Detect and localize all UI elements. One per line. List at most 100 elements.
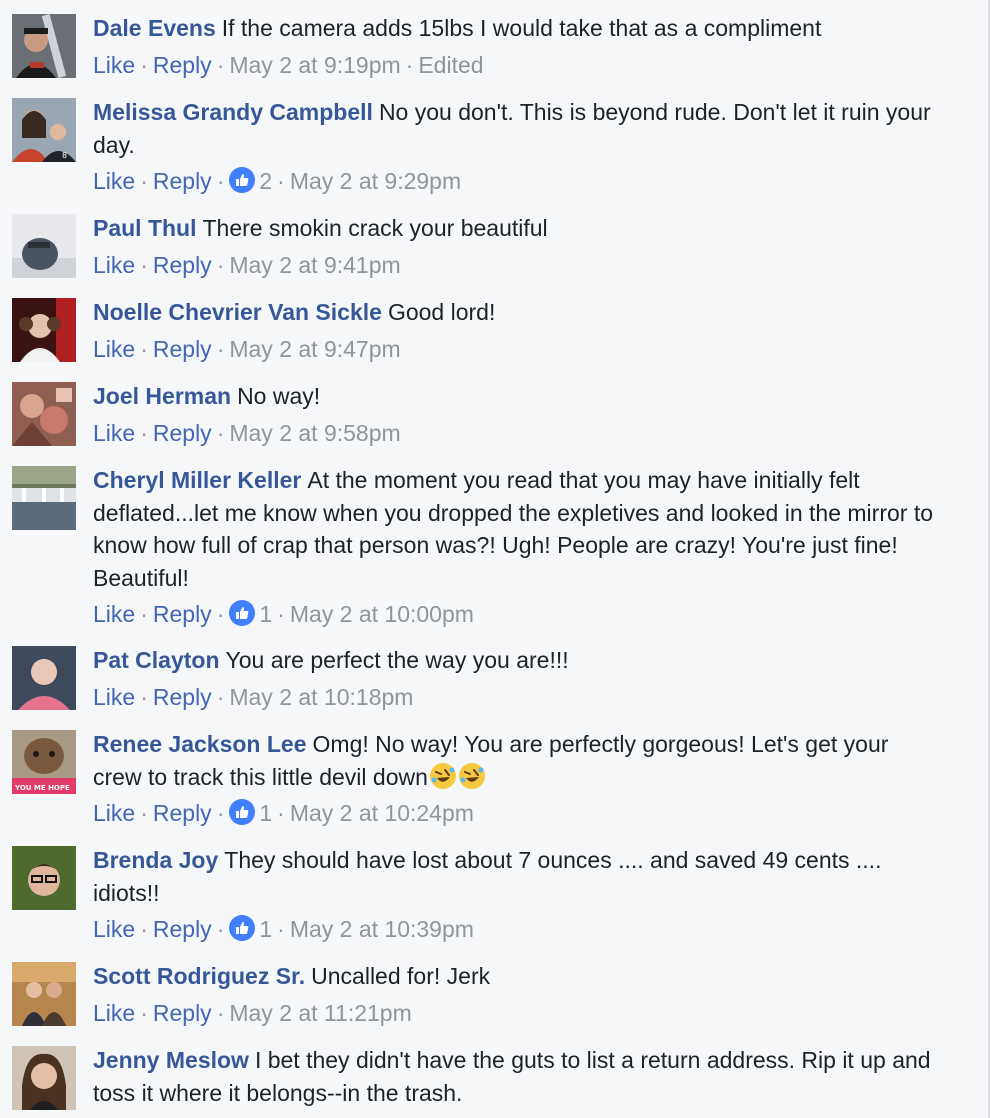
avatar-caption: YOU ME HOPE — [14, 784, 70, 792]
reply-link[interactable]: Reply — [153, 252, 212, 278]
separator: · — [140, 800, 148, 826]
comment-author[interactable]: Renee Jackson Lee — [93, 731, 307, 757]
like-badge-icon[interactable] — [229, 915, 256, 949]
comment-text: Uncalled for! Jerk — [311, 963, 491, 989]
comment-author[interactable]: Melissa Grandy Campbell — [93, 99, 373, 125]
avatar[interactable] — [12, 382, 76, 446]
like-link[interactable]: Like — [93, 800, 135, 826]
comment-text-line: Noelle Chevrier Van Sickle Good lord! — [93, 296, 943, 329]
avatar[interactable] — [12, 466, 76, 530]
avatar[interactable] — [12, 846, 76, 910]
comment-author[interactable]: Cheryl Miller Keller — [93, 467, 301, 493]
comment-timestamp[interactable]: May 2 at 9:47pm — [229, 336, 400, 362]
separator: · — [216, 800, 225, 826]
comment-text-line: Melissa Grandy Campbell No you don't. Thi… — [93, 96, 943, 161]
separator: · — [216, 251, 225, 278]
comment-timestamp[interactable]: May 2 at 9:41pm — [229, 252, 400, 278]
comment-text: You are perfect the way you are!!! — [225, 647, 569, 673]
comment-actions: Like · Reply · 1 · May 2 at 10:24pm — [93, 797, 943, 831]
comment-timestamp[interactable]: May 2 at 10:39pm — [290, 916, 474, 942]
like-link[interactable]: Like — [93, 1000, 135, 1026]
avatar[interactable] — [12, 214, 76, 278]
comment-body: Jenny Meslow I bet they didn't have the g… — [93, 1044, 943, 1109]
like-link[interactable]: Like — [93, 336, 135, 362]
separator: · — [277, 916, 285, 942]
avatar[interactable]: 8 — [12, 98, 76, 162]
rolling-on-floor-laughing-emoji-icon — [458, 762, 486, 790]
comment-text-line: Renee Jackson Lee Omg! No way! You are pe… — [93, 728, 943, 793]
reply-link[interactable]: Reply — [153, 52, 212, 78]
avatar[interactable] — [12, 14, 76, 78]
like-link[interactable]: Like — [93, 52, 135, 78]
comment-body: Noelle Chevrier Van Sickle Good lord! Lik… — [93, 296, 943, 367]
comment-actions: Like · Reply · May 2 at 9:19pm · Edited — [93, 49, 943, 83]
like-link[interactable]: Like — [93, 916, 135, 942]
like-count[interactable]: 1 — [259, 800, 272, 826]
comment-text-line: Scott Rodriguez Sr. Uncalled for! Jerk — [93, 960, 943, 993]
reply-link[interactable]: Reply — [153, 168, 212, 194]
reply-link[interactable]: Reply — [153, 916, 212, 942]
separator: · — [140, 419, 148, 446]
separator: · — [140, 683, 148, 710]
separator: · — [216, 335, 225, 362]
comment-timestamp[interactable]: May 2 at 9:19pm — [229, 52, 400, 78]
separator: · — [216, 51, 225, 78]
like-count[interactable]: 1 — [259, 601, 272, 627]
like-link[interactable]: Like — [93, 252, 135, 278]
reply-link[interactable]: Reply — [153, 800, 212, 826]
separator: · — [216, 916, 225, 942]
comment-timestamp[interactable]: May 2 at 9:58pm — [229, 420, 400, 446]
comment-timestamp[interactable]: May 2 at 10:18pm — [229, 684, 413, 710]
avatar[interactable] — [12, 962, 76, 1026]
separator: · — [216, 683, 225, 710]
avatar[interactable] — [12, 646, 76, 710]
reply-link[interactable]: Reply — [153, 684, 212, 710]
reply-link[interactable]: Reply — [153, 336, 212, 362]
separator: · — [140, 251, 148, 278]
comment-body: Cheryl Miller Keller At the moment you re… — [93, 464, 943, 632]
comment-author[interactable]: Paul Thul — [93, 215, 197, 241]
like-badge-icon[interactable] — [229, 600, 256, 634]
comment-author[interactable]: Noelle Chevrier Van Sickle — [93, 299, 382, 325]
like-count[interactable]: 1 — [259, 916, 272, 942]
reply-link[interactable]: Reply — [153, 1000, 212, 1026]
comment-timestamp[interactable]: May 2 at 10:00pm — [290, 601, 474, 627]
comment-author[interactable]: Joel Herman — [93, 383, 231, 409]
comment-timestamp[interactable]: May 2 at 9:29pm — [290, 168, 461, 194]
avatar[interactable] — [12, 298, 76, 362]
like-link[interactable]: Like — [93, 601, 135, 627]
comment-text: There smokin crack your beautiful — [202, 215, 548, 241]
avatar[interactable] — [12, 1046, 76, 1110]
reply-link[interactable]: Reply — [153, 601, 212, 627]
comment-author[interactable]: Pat Clayton — [93, 647, 220, 673]
separator: · — [277, 601, 285, 627]
separator: · — [216, 999, 225, 1026]
separator: · — [216, 601, 225, 627]
comment-actions: Like · Reply · May 2 at 9:41pm — [93, 249, 943, 283]
comment-text-line: Pat Clayton You are perfect the way you a… — [93, 644, 943, 677]
svg-text:8: 8 — [62, 151, 67, 160]
like-count[interactable]: 2 — [259, 168, 272, 194]
comment-author[interactable]: Brenda Joy — [93, 847, 218, 873]
like-link[interactable]: Like — [93, 420, 135, 446]
separator: · — [277, 168, 285, 194]
edited-label[interactable]: Edited — [418, 52, 483, 78]
comment-timestamp[interactable]: May 2 at 11:21pm — [229, 1000, 411, 1026]
like-badge-icon[interactable] — [229, 799, 256, 833]
comment-timestamp[interactable]: May 2 at 10:24pm — [290, 800, 474, 826]
like-badge-icon[interactable] — [229, 167, 256, 201]
separator: · — [140, 335, 148, 362]
comment-author[interactable]: Dale Evens — [93, 15, 216, 41]
like-link[interactable]: Like — [93, 684, 135, 710]
comment-text: No way! — [237, 383, 321, 409]
comment-body: Renee Jackson Lee Omg! No way! You are pe… — [93, 728, 943, 831]
comment-author[interactable]: Scott Rodriguez Sr. — [93, 963, 305, 989]
comment-text: Good lord! — [387, 299, 496, 325]
like-link[interactable]: Like — [93, 168, 135, 194]
avatar[interactable]: YOU ME HOPE — [12, 730, 76, 794]
reply-link[interactable]: Reply — [153, 420, 212, 446]
comment-author[interactable]: Jenny Meslow — [93, 1047, 249, 1073]
comment-body: Scott Rodriguez Sr. Uncalled for! Jerk Li… — [93, 960, 943, 1031]
separator: · — [405, 51, 414, 78]
separator: · — [277, 800, 285, 826]
